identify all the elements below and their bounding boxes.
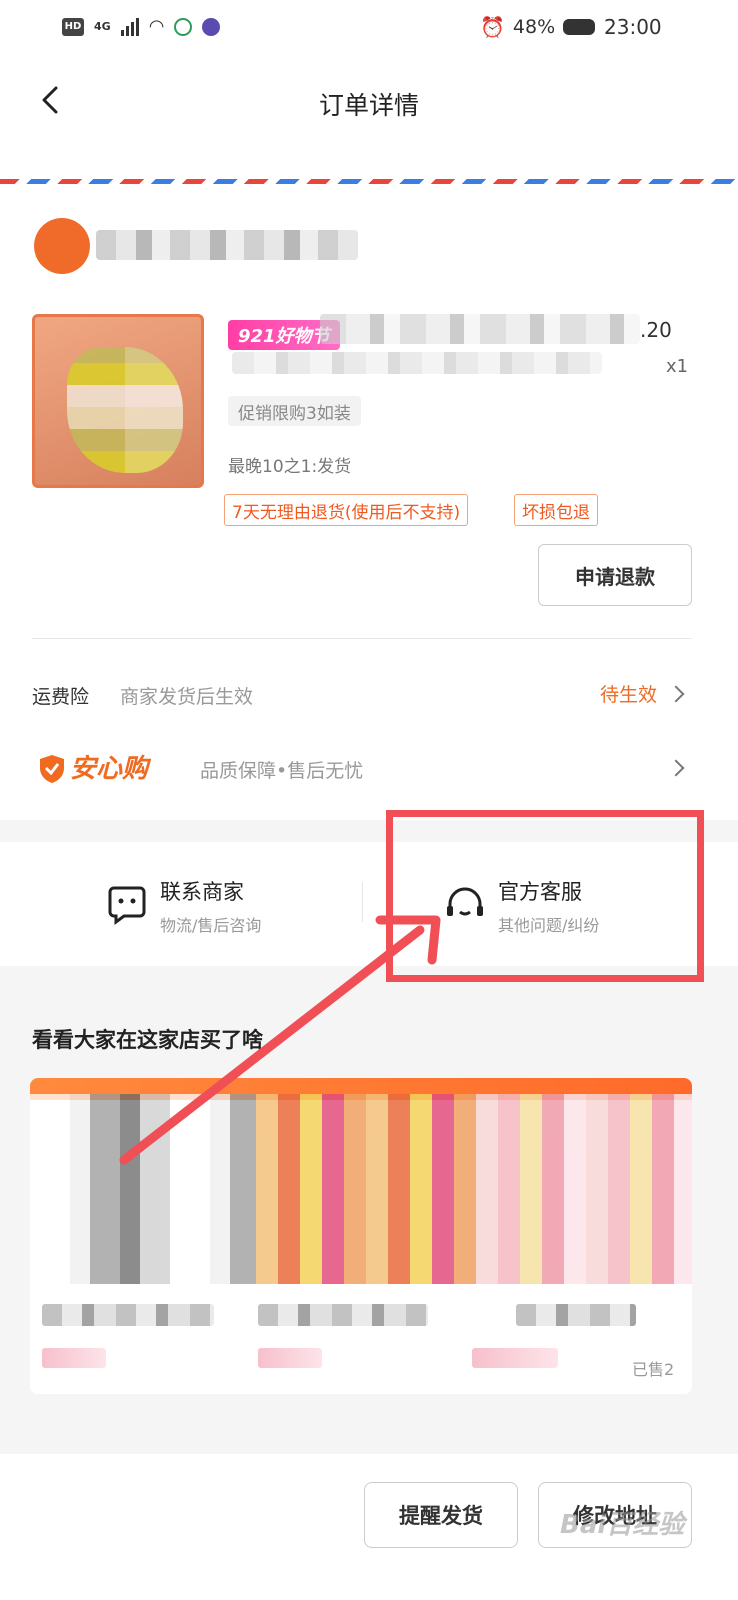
battery-icon <box>563 19 596 35</box>
merchant-chat-icon <box>108 886 146 925</box>
anxin-logo: 安心购 <box>70 754 149 784</box>
damage-return-tag: 坏损包退 <box>514 494 598 526</box>
chevron-right-icon <box>667 759 685 777</box>
rec-product-name-3[interactable] <box>516 1304 636 1326</box>
product-quantity: x1 <box>666 356 689 377</box>
wifi-icon: ◠ <box>148 16 165 37</box>
recommendations-grid <box>30 1078 692 1394</box>
status-left: HD 4G ◠ <box>62 16 221 37</box>
rec-product-price-1 <box>42 1348 106 1368</box>
battery-percent: 48% <box>512 16 556 38</box>
insurance-description: 商家发货后生效 <box>120 686 254 708</box>
app-notification-icon <box>174 17 193 36</box>
status-right: ⏰ 48% <box>480 15 596 39</box>
product-image-mosaic <box>67 347 183 473</box>
clock: 23:00 <box>604 15 662 39</box>
shop-avatar[interactable] <box>34 218 90 274</box>
return-policy-tag: 7天无理由退货(使用后不支持) <box>224 494 469 526</box>
address-stripe <box>0 140 738 192</box>
network-type: 4G <box>94 20 111 33</box>
page-title: 订单详情 <box>318 91 419 120</box>
rec-product-image-3[interactable] <box>476 1094 692 1284</box>
chevron-right-icon <box>667 685 685 703</box>
divider <box>32 638 692 639</box>
contact-divider <box>362 882 363 922</box>
product-image[interactable] <box>32 314 204 488</box>
signal-icon <box>120 17 139 36</box>
refund-button[interactable]: 申请退款 <box>538 544 692 606</box>
alarm-icon: ⏰ <box>480 15 505 39</box>
shipping-time: 最晚10之1:发货 <box>228 457 352 477</box>
app-notification-icon-2 <box>202 17 221 36</box>
shop-name-blurred[interactable] <box>96 230 358 260</box>
envelope-border <box>0 179 738 184</box>
rec-product-image-2[interactable] <box>256 1094 476 1284</box>
shield-icon <box>40 755 64 783</box>
anxin-description: 品质保障•售后无忧 <box>200 760 364 782</box>
sold-count: 已售2 <box>632 1360 675 1379</box>
contact-merchant-subtitle: 物流/售后咨询 <box>160 916 262 935</box>
header: 订单详情 <box>0 60 738 140</box>
contact-merchant-title[interactable]: 联系商家 <box>160 876 244 906</box>
status-bar: HD 4G ◠ ⏰ 48% 23:00 <box>0 0 738 60</box>
rec-product-image-1[interactable] <box>30 1094 256 1284</box>
hd-badge: HD <box>62 17 84 36</box>
product-price: .20 <box>640 318 672 342</box>
product-name-blurred[interactable] <box>320 314 640 344</box>
watermark: Bai百经验 <box>560 1510 685 1540</box>
rec-product-name-1[interactable] <box>42 1304 214 1326</box>
insurance-label: 运费险 <box>32 686 90 708</box>
recommendations-title: 看看大家在这家店买了啥 <box>32 1028 263 1052</box>
product-name-blurred-line2 <box>232 352 602 374</box>
highlight-box <box>386 810 704 982</box>
product-spec: 促销限购3如装 <box>228 396 361 426</box>
rec-product-name-2[interactable] <box>258 1304 428 1326</box>
rec-product-price-2 <box>258 1348 322 1368</box>
insurance-status: 待生效 <box>600 684 658 706</box>
shipping-insurance-row[interactable]: 运费险 商家发货后生效 待生效 <box>0 668 738 720</box>
anxin-row[interactable]: 安心购 品质保障•售后无忧 <box>0 742 738 794</box>
rec-product-price-3 <box>472 1348 558 1368</box>
remind-shipping-button[interactable]: 提醒发货 <box>364 1482 518 1548</box>
